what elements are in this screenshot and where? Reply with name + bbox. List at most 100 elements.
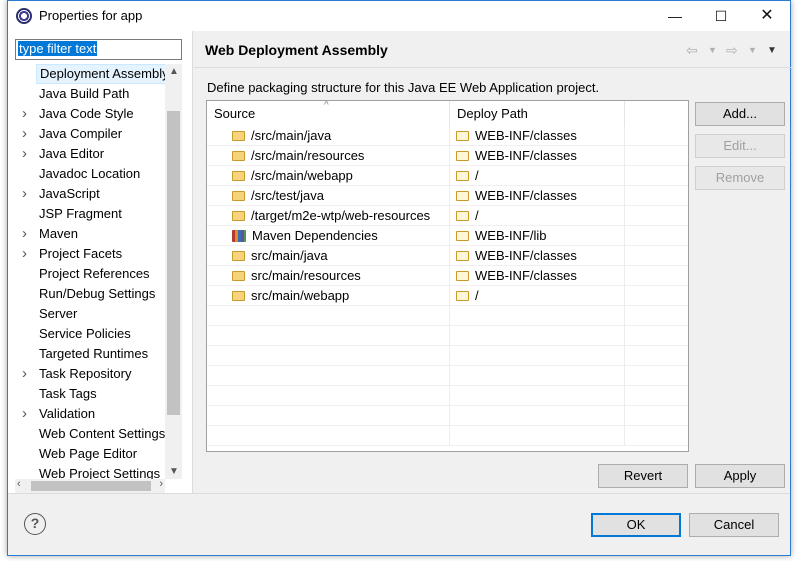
table-row[interactable]: Maven Dependencies WEB-INF/lib xyxy=(207,226,688,246)
sidebar-item[interactable]: Java Build Path xyxy=(8,84,165,104)
ok-button[interactable]: OK xyxy=(591,513,681,537)
deploy-path-cell: WEB-INF/classes xyxy=(450,126,625,146)
scroll-up-icon[interactable]: ▲ xyxy=(169,66,179,77)
apply-label: Apply xyxy=(723,468,757,483)
deploy-path-text: / xyxy=(475,208,479,223)
properties-dialog: Properties for app — ☐ ✕ type filter tex… xyxy=(7,0,791,556)
edit-button[interactable]: Edit... xyxy=(695,134,785,158)
deploy-path-cell xyxy=(450,386,625,406)
scroll-left-icon[interactable]: ‹ xyxy=(17,478,21,490)
table-row[interactable]: src/main/resources WEB-INF/classes xyxy=(207,266,688,286)
expand-chevron-icon[interactable]: › xyxy=(22,124,27,144)
sidebar-item[interactable]: › Validation xyxy=(8,404,165,424)
table-row[interactable]: /src/main/webapp / xyxy=(207,166,688,186)
sidebar-item[interactable]: Web Content Settings xyxy=(8,424,165,444)
expand-chevron-icon[interactable]: › xyxy=(22,144,27,164)
view-menu-icon[interactable]: ▼ xyxy=(767,45,777,56)
filter-input[interactable]: type filter text xyxy=(15,39,182,60)
minimize-button[interactable]: — xyxy=(652,1,698,31)
sidebar-item[interactable]: › Maven xyxy=(8,224,165,244)
deploy-path-cell xyxy=(450,366,625,386)
column-header-deploy-path[interactable]: Deploy Path xyxy=(450,101,625,126)
table-row[interactable]: /src/main/java WEB-INF/classes xyxy=(207,126,688,146)
sidebar-horizontal-scrollbar[interactable]: ‹ › xyxy=(15,478,165,493)
expand-chevron-icon[interactable]: › xyxy=(22,104,27,124)
empty-cell xyxy=(625,326,688,346)
table-row[interactable]: src/main/java WEB-INF/classes xyxy=(207,246,688,266)
back-arrow-icon[interactable]: ⇦ xyxy=(686,42,698,59)
source-text: /src/main/webapp xyxy=(251,168,353,183)
sidebar-item[interactable]: › Project Facets xyxy=(8,244,165,264)
page-description: Define packaging structure for this Java… xyxy=(207,80,600,95)
sidebar-vertical-scrollbar[interactable]: ▲ ▼ xyxy=(165,64,182,479)
deploy-path-cell xyxy=(450,346,625,366)
cancel-button[interactable]: Cancel xyxy=(689,513,779,537)
table-row[interactable]: /src/test/java WEB-INF/classes xyxy=(207,186,688,206)
remove-button[interactable]: Remove xyxy=(695,166,785,190)
table-row[interactable]: /src/main/resources WEB-INF/classes xyxy=(207,146,688,166)
expand-chevron-icon[interactable]: › xyxy=(22,364,27,384)
empty-cell xyxy=(625,366,688,386)
source-text: src/main/resources xyxy=(251,268,361,283)
sidebar-item[interactable]: Javadoc Location xyxy=(8,164,165,184)
sidebar-item[interactable]: Task Tags xyxy=(8,384,165,404)
sidebar-item[interactable]: Web Project Settings xyxy=(8,464,165,479)
scroll-down-icon[interactable]: ▼ xyxy=(169,466,179,477)
sidebar-item-label: Java Editor xyxy=(39,146,105,161)
forward-dropdown-icon[interactable]: ▼ xyxy=(748,45,757,55)
sidebar-item[interactable]: Project References xyxy=(8,264,165,284)
expand-chevron-icon[interactable]: › xyxy=(22,244,27,264)
sidebar-item-label: Javadoc Location xyxy=(39,166,141,181)
sidebar-item[interactable]: Web Page Editor xyxy=(8,444,165,464)
folder-icon xyxy=(232,211,245,221)
sidebar-item[interactable]: Deployment Assembly xyxy=(8,64,165,84)
folder-icon xyxy=(232,291,245,301)
sidebar-item-label: Project References xyxy=(39,266,150,281)
maximize-button[interactable]: ☐ xyxy=(698,1,744,31)
expand-chevron-icon[interactable]: › xyxy=(22,404,27,424)
column-deploy-label: Deploy Path xyxy=(457,106,528,121)
sidebar-item[interactable]: JSP Fragment xyxy=(8,204,165,224)
sidebar-item[interactable]: Service Policies xyxy=(8,324,165,344)
add-button[interactable]: Add... xyxy=(695,102,785,126)
expand-chevron-icon[interactable]: › xyxy=(22,184,27,204)
source-cell xyxy=(207,346,450,366)
close-button[interactable]: ✕ xyxy=(744,1,790,31)
empty-cell xyxy=(625,346,688,366)
deploy-path-cell: / xyxy=(450,286,625,306)
sidebar-item[interactable]: › Java Code Style xyxy=(8,104,165,124)
sidebar-item[interactable]: Targeted Runtimes xyxy=(8,344,165,364)
sidebar-item[interactable]: › Task Repository xyxy=(8,364,165,384)
add-label: Add... xyxy=(723,106,757,121)
folder-icon xyxy=(456,171,469,181)
scroll-thumb-horizontal[interactable] xyxy=(31,481,151,491)
cancel-label: Cancel xyxy=(713,517,755,532)
scroll-thumb[interactable] xyxy=(167,111,180,415)
scroll-right-icon[interactable]: › xyxy=(159,478,163,490)
expand-chevron-icon[interactable]: › xyxy=(22,224,27,244)
sidebar-item-label: Validation xyxy=(39,406,96,421)
deploy-path-cell: WEB-INF/classes xyxy=(450,246,625,266)
forward-arrow-icon[interactable]: ⇨ xyxy=(726,42,738,59)
help-icon[interactable]: ? xyxy=(24,513,46,535)
source-cell: /src/main/resources xyxy=(207,146,450,166)
sidebar-item[interactable]: › JavaScript xyxy=(8,184,165,204)
revert-button[interactable]: Revert xyxy=(598,464,688,488)
table-header: ^ Source Deploy Path xyxy=(207,101,688,126)
header-divider xyxy=(194,67,791,68)
source-text: src/main/webapp xyxy=(251,288,350,303)
deploy-path-cell xyxy=(450,406,625,426)
sidebar-item-label: Service Policies xyxy=(39,326,131,341)
sidebar-item[interactable]: › Java Compiler xyxy=(8,124,165,144)
sidebar-item[interactable]: Server xyxy=(8,304,165,324)
sidebar-item-label: Web Content Settings xyxy=(39,426,165,441)
back-dropdown-icon[interactable]: ▼ xyxy=(708,45,717,55)
apply-button[interactable]: Apply xyxy=(695,464,785,488)
table-row[interactable]: /target/m2e-wtp/web-resources / xyxy=(207,206,688,226)
sidebar-item-label: Task Repository xyxy=(39,366,132,381)
sidebar-item[interactable]: › Java Editor xyxy=(8,144,165,164)
column-header-source[interactable]: ^ Source xyxy=(207,101,450,126)
sidebar-item[interactable]: Run/Debug Settings xyxy=(8,284,165,304)
empty-cell xyxy=(625,426,688,446)
table-row[interactable]: src/main/webapp / xyxy=(207,286,688,306)
